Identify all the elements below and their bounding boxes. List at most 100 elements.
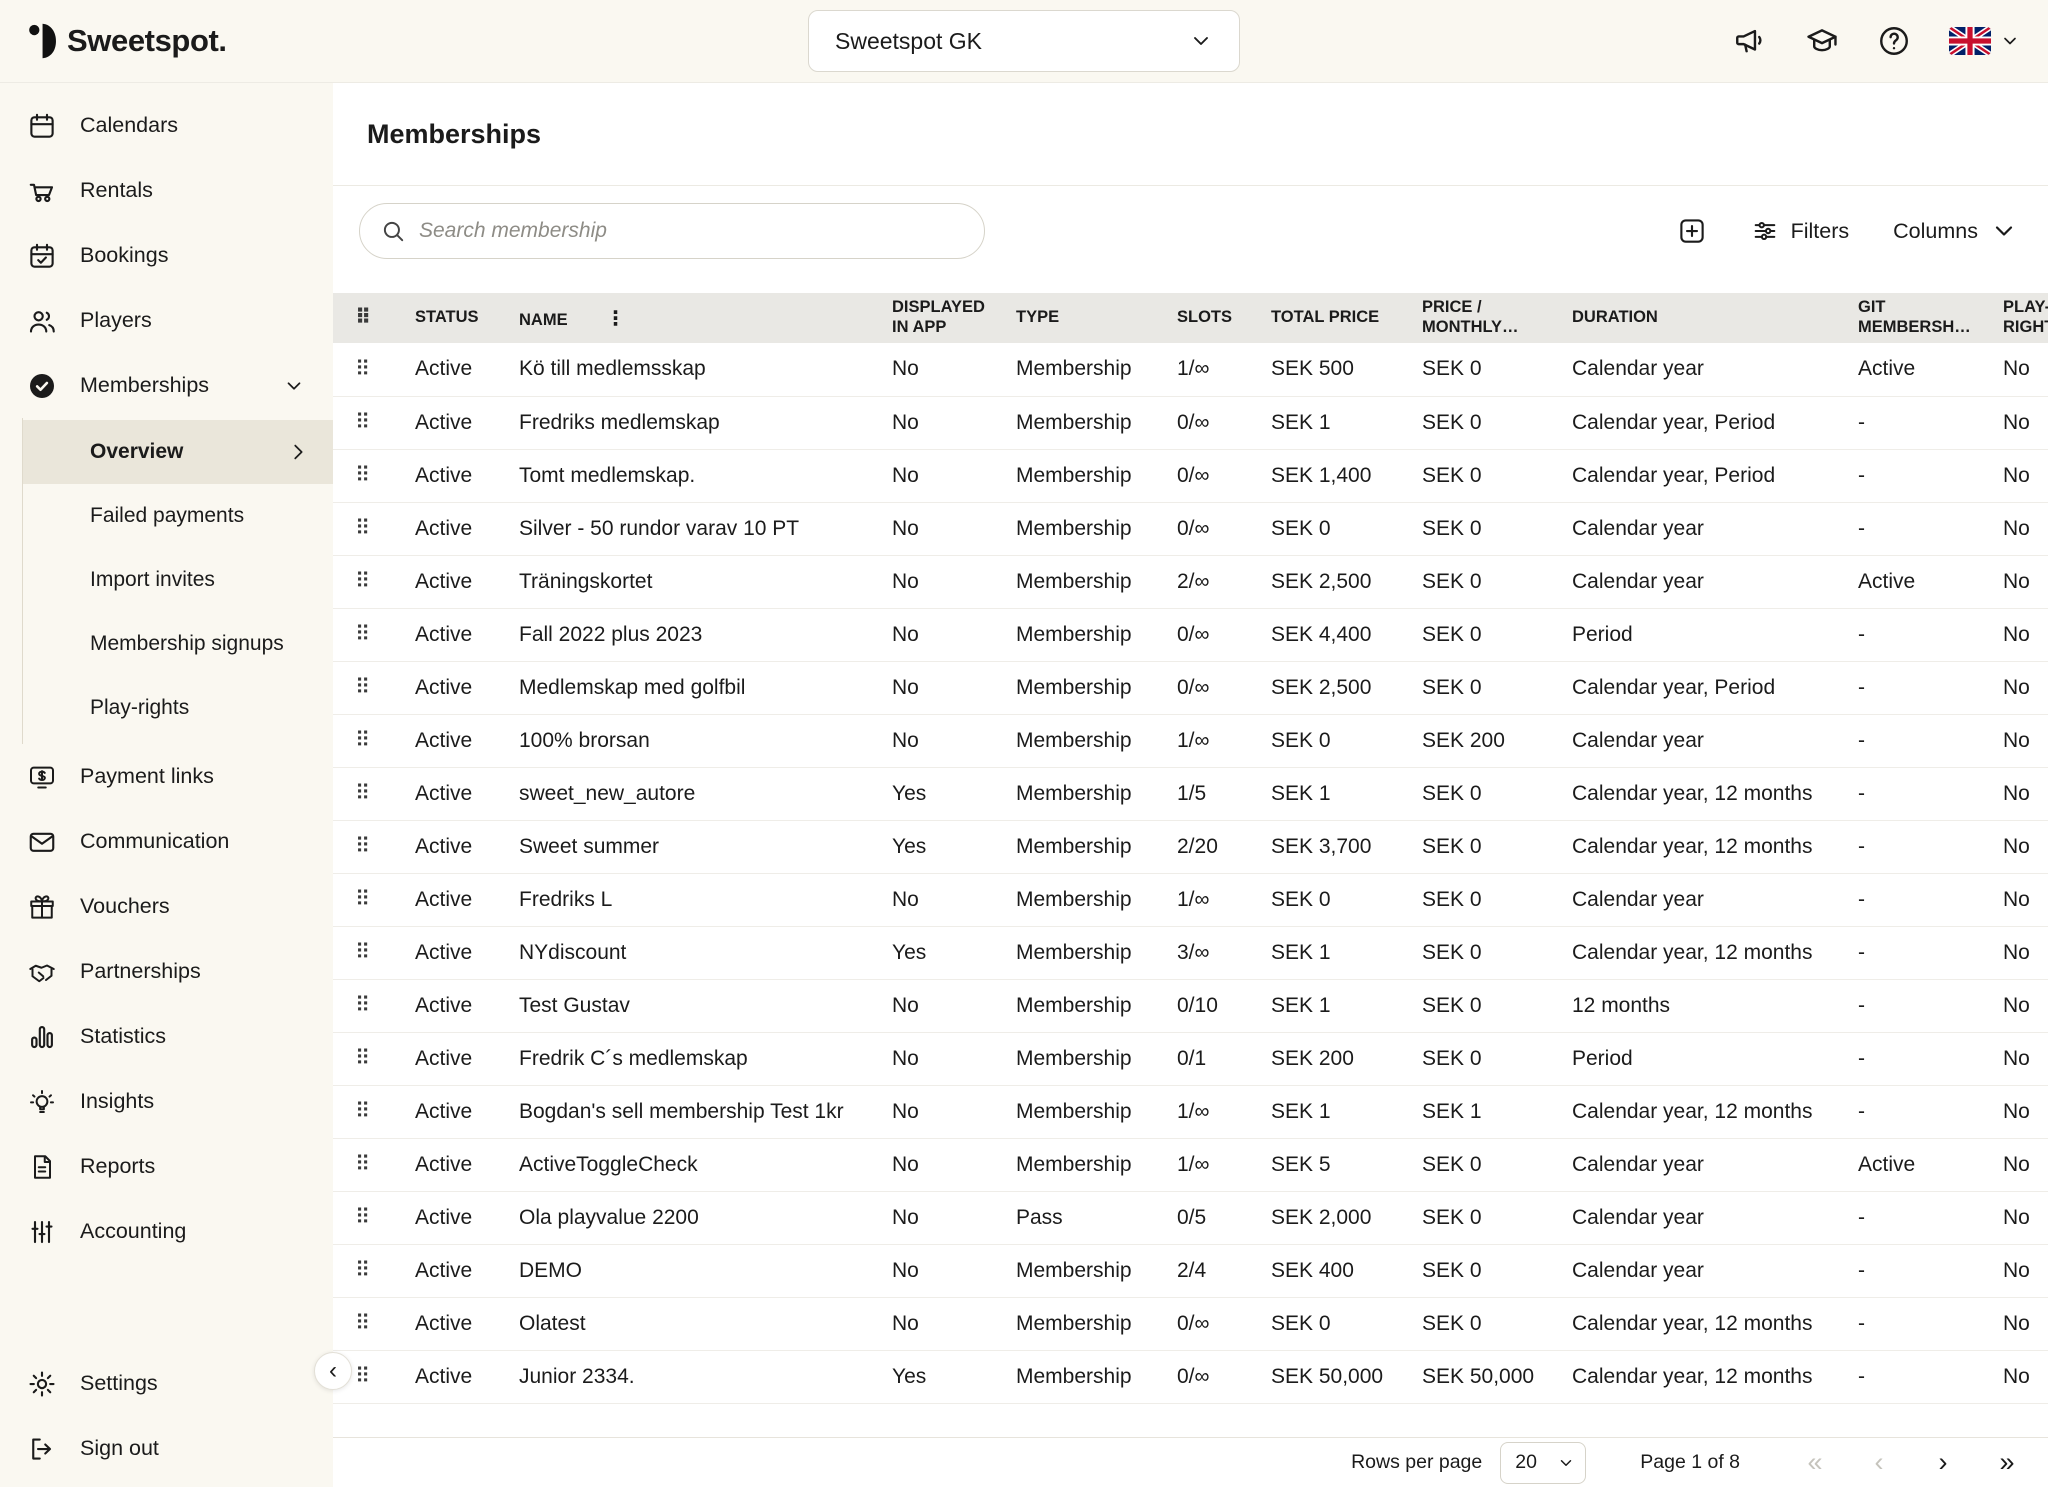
cell-type: Membership [1016, 343, 1177, 396]
search-input[interactable] [419, 219, 974, 243]
table-row[interactable]: Active Test Gustav No Membership 0/10 SE… [333, 979, 2048, 1032]
drag-handle-icon[interactable] [355, 1259, 370, 1282]
drag-handle-icon[interactable] [355, 411, 370, 434]
columns-button[interactable]: Columns [1893, 217, 2018, 245]
drag-handle-icon[interactable] [355, 994, 370, 1017]
drag-handle-icon[interactable] [355, 676, 370, 699]
sidebar-item[interactable]: Rentals [0, 158, 333, 223]
sidebar-subitem[interactable]: Failed payments [23, 484, 333, 548]
cell-status: Active [415, 873, 519, 926]
sidebar-item-label: Accounting [80, 1219, 305, 1244]
table-row[interactable]: Active Ola playvalue 2200 No Pass 0/5 SE… [333, 1191, 2048, 1244]
filters-label: Filters [1791, 219, 1850, 244]
column-menu-icon[interactable] [606, 311, 626, 329]
drag-handle-icon[interactable] [355, 1206, 370, 1229]
cell-drag [333, 1032, 415, 1085]
table-row[interactable]: Active NYdiscount Yes Membership 3/∞ SEK… [333, 926, 2048, 979]
announcements-icon[interactable] [1733, 24, 1767, 58]
rows-per-page-select[interactable]: 20 [1500, 1442, 1586, 1484]
table-row[interactable]: Active Fredriks medlemskap No Membership… [333, 396, 2048, 449]
drag-handle-icon[interactable] [355, 623, 370, 646]
drag-handle-icon[interactable] [355, 1153, 370, 1176]
table-row[interactable]: Active Silver - 50 rundor varav 10 PT No… [333, 502, 2048, 555]
drag-handle-icon[interactable] [355, 1100, 370, 1123]
drag-handle-icon[interactable] [355, 1047, 370, 1070]
cell-type: Membership [1016, 767, 1177, 820]
table-row[interactable]: Active DEMO No Membership 2/4 SEK 400 SE… [333, 1244, 2048, 1297]
table-row[interactable]: Active Fredrik C´s medlemskap No Members… [333, 1032, 2048, 1085]
cell-name: Fredriks medlemskap [519, 396, 892, 449]
cell-status: Active [415, 979, 519, 1032]
sidebar-item[interactable]: Accounting [0, 1199, 333, 1264]
cell-price-monthly: SEK 0 [1422, 926, 1572, 979]
sidebar-item[interactable]: Reports [0, 1134, 333, 1199]
sidebar-item[interactable]: Bookings [0, 223, 333, 288]
table-row[interactable]: Active 100% brorsan No Membership 1/∞ SE… [333, 714, 2048, 767]
cell-slots: 2/∞ [1177, 555, 1271, 608]
sidebar-subitem[interactable]: Overview [23, 420, 333, 484]
table-row[interactable]: Active sweet_new_autore Yes Membership 1… [333, 767, 2048, 820]
drag-handle-icon[interactable] [355, 835, 370, 858]
table-row[interactable]: Active Medlemskap med golfbil No Members… [333, 661, 2048, 714]
sweetspot-logo[interactable]: Sweetspot. [28, 22, 227, 60]
table-row[interactable]: Active Tomt medlemskap. No Membership 0/… [333, 449, 2048, 502]
cell-drag [333, 502, 415, 555]
sidebar-item[interactable]: Players [0, 288, 333, 353]
first-page-button[interactable]: « [1798, 1449, 1832, 1476]
memberships-icon [27, 371, 57, 401]
sidebar-footer-item[interactable]: Sign out [0, 1416, 333, 1481]
pagination-bar: Rows per page 20 Page 1 of 8 « ‹ › » [333, 1437, 2048, 1487]
cell-displayed-in-app: No [892, 396, 1016, 449]
table-row[interactable]: Active Bogdan's sell membership Test 1kr… [333, 1085, 2048, 1138]
cell-duration: Calendar year, 12 months [1572, 820, 1858, 873]
sidebar-subitem[interactable]: Play-rights [23, 676, 333, 740]
academy-icon[interactable] [1805, 24, 1839, 58]
sidebar-item[interactable]: Memberships [0, 353, 333, 418]
language-selector[interactable] [1949, 27, 2020, 55]
drag-handle-icon[interactable] [355, 570, 370, 593]
sidebar-subitem[interactable]: Membership signups [23, 612, 333, 676]
drag-handle-icon[interactable] [355, 1365, 370, 1388]
cell-status: Active [415, 767, 519, 820]
drag-handle-icon[interactable] [355, 464, 370, 487]
sidebar-item[interactable]: Partnerships [0, 939, 333, 1004]
sidebar-item[interactable]: Calendars [0, 93, 333, 158]
drag-handle-icon[interactable] [355, 941, 370, 964]
sidebar-item[interactable]: Statistics [0, 1004, 333, 1069]
cell-displayed-in-app: No [892, 1191, 1016, 1244]
last-page-button[interactable]: » [1990, 1449, 2024, 1476]
sidebar-collapse-button[interactable] [314, 1352, 352, 1390]
drag-handle-icon[interactable] [355, 358, 370, 381]
sidebar-item[interactable]: Insights [0, 1069, 333, 1134]
help-icon[interactable] [1877, 24, 1911, 58]
next-page-button[interactable]: › [1926, 1449, 1960, 1476]
sidebar-item[interactable]: Payment links [0, 744, 333, 809]
cell-total-price: SEK 500 [1271, 343, 1422, 396]
club-selector[interactable]: Sweetspot GK [808, 10, 1240, 72]
drag-handle-icon[interactable] [355, 782, 370, 805]
table-row[interactable]: Active Kö till medlemsskap No Membership… [333, 343, 2048, 396]
table-row[interactable]: Active ActiveToggleCheck No Membership 1… [333, 1138, 2048, 1191]
sidebar-subitem[interactable]: Import invites [23, 548, 333, 612]
sidebar-footer-item[interactable]: Settings [0, 1351, 333, 1416]
drag-handle-icon[interactable] [355, 1312, 370, 1335]
sidebar-item[interactable]: Communication [0, 809, 333, 874]
sidebar-item[interactable]: Vouchers [0, 874, 333, 939]
add-membership-button[interactable] [1677, 216, 1707, 246]
table-row[interactable]: Active Junior 2334. Yes Membership 0/∞ S… [333, 1350, 2048, 1403]
drag-handle-icon[interactable] [355, 888, 370, 911]
drag-handle-icon[interactable] [355, 729, 370, 752]
cell-status: Active [415, 1032, 519, 1085]
filters-button[interactable]: Filters [1751, 217, 1850, 245]
sidebar-item-label: Payment links [80, 764, 305, 789]
table-row[interactable]: Active Sweet summer Yes Membership 2/20 … [333, 820, 2048, 873]
table-row[interactable]: Active Fall 2022 plus 2023 No Membership… [333, 608, 2048, 661]
prev-page-button[interactable]: ‹ [1862, 1449, 1896, 1476]
drag-handle-icon[interactable] [355, 517, 370, 540]
table-row[interactable]: Active Träningskortet No Membership 2/∞ … [333, 555, 2048, 608]
cell-price-monthly: SEK 0 [1422, 873, 1572, 926]
cell-total-price: SEK 1,400 [1271, 449, 1422, 502]
cell-name: sweet_new_autore [519, 767, 892, 820]
table-row[interactable]: Active Fredriks L No Membership 1/∞ SEK … [333, 873, 2048, 926]
table-row[interactable]: Active Olatest No Membership 0/∞ SEK 0 S… [333, 1297, 2048, 1350]
